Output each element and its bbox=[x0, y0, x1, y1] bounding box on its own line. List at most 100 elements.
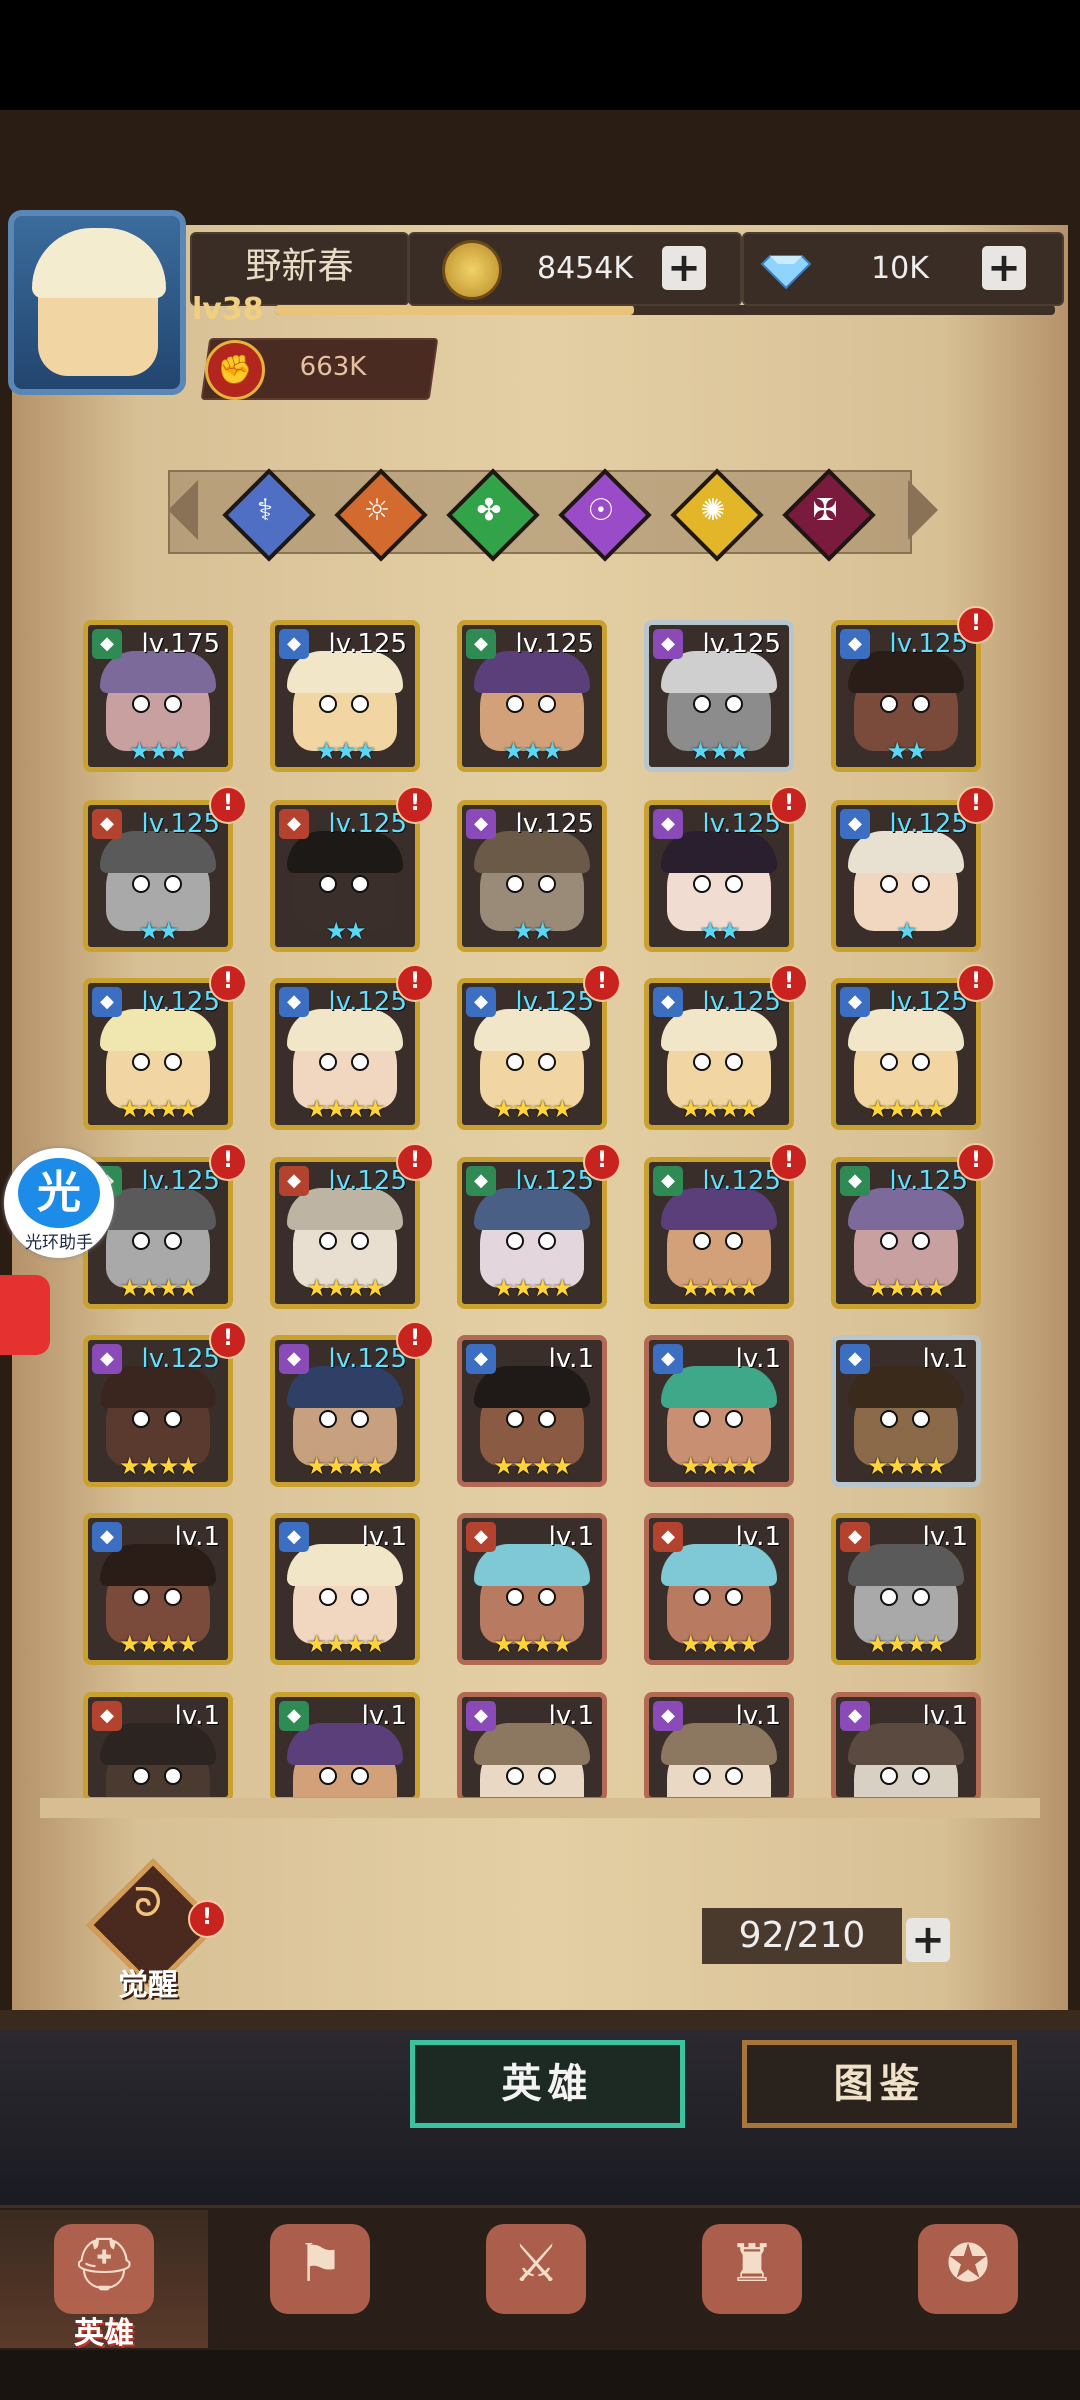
tab-heroes[interactable]: 英雄 bbox=[410, 2040, 685, 2128]
hero-card[interactable]: ◆ lv.1 ★★★★ bbox=[831, 1513, 981, 1665]
hero-eye bbox=[164, 1410, 182, 1428]
hero-class-icon: ◆ bbox=[92, 1701, 122, 1731]
hero-class-icon: ◆ bbox=[840, 987, 870, 1017]
hero-card[interactable]: ◆ lv.125 ★★★★ bbox=[831, 1157, 981, 1309]
hero-eye bbox=[538, 1410, 556, 1428]
hero-card[interactable]: ◆ lv.1 ★★★★ bbox=[831, 1335, 981, 1487]
hero-class-icon: ◆ bbox=[92, 987, 122, 1017]
add-gems-button[interactable]: + bbox=[982, 246, 1026, 290]
hero-eye bbox=[319, 695, 337, 713]
hero-card[interactable]: ◆ lv.125 ★★ bbox=[83, 800, 233, 952]
hero-card[interactable]: ◆ lv.1 ★★★★ bbox=[270, 1513, 420, 1665]
hero-card[interactable]: ◆ lv.125 ★★★ bbox=[457, 620, 607, 772]
hero-level: lv.125 bbox=[328, 629, 407, 659]
hero-card[interactable]: ◆ lv.1 ★★★★ bbox=[644, 1335, 794, 1487]
hero-card[interactable]: ◆ lv.125 ★★★★ bbox=[457, 978, 607, 1130]
gem-amount: 10K bbox=[871, 251, 929, 286]
hero-stars: ★★★★ bbox=[492, 1630, 573, 1658]
hero-level: lv.125 bbox=[889, 987, 968, 1017]
hero-class-icon: ◆ bbox=[279, 987, 309, 1017]
hero-card[interactable]: ◆ lv.125 ★★★★ bbox=[457, 1157, 607, 1309]
hero-eye bbox=[538, 1053, 556, 1071]
tab-handbook[interactable]: 图鉴 bbox=[742, 2040, 1017, 2128]
hero-alert-icon: ! bbox=[957, 606, 995, 644]
hero-level: lv.125 bbox=[515, 629, 594, 659]
hero-class-icon: ◆ bbox=[279, 1522, 309, 1552]
faction-filter-3[interactable]: ✤ bbox=[446, 468, 540, 562]
hero-card[interactable]: ◆ lv.125 ★★ bbox=[831, 620, 981, 772]
nav-guild[interactable]: ✪ bbox=[864, 2210, 1072, 2348]
hero-eye bbox=[164, 695, 182, 713]
faction-right-arrow-icon[interactable] bbox=[908, 480, 938, 540]
hero-eye bbox=[319, 1232, 337, 1250]
hero-card[interactable]: ◆ lv.125 ★ bbox=[831, 800, 981, 952]
expand-slots-button[interactable]: + bbox=[906, 1918, 950, 1962]
hero-eye bbox=[351, 1588, 369, 1606]
hero-card[interactable]: ◆ lv.125 ★★★★ bbox=[83, 1335, 233, 1487]
hero-eye bbox=[912, 1767, 930, 1785]
hero-eye bbox=[693, 695, 711, 713]
hero-stars: ★★★★ bbox=[866, 1452, 947, 1480]
hero-stars: ★★★★ bbox=[305, 1274, 386, 1302]
faction-left-arrow-icon[interactable] bbox=[168, 480, 198, 540]
hero-eye bbox=[725, 1767, 743, 1785]
hero-card[interactable]: ◆ lv.125 ★★★ bbox=[644, 620, 794, 772]
hero-card[interactable]: ◆ lv.125 ★★★★ bbox=[270, 1335, 420, 1487]
hero-card[interactable]: ◆ lv.1 ★★★★ bbox=[457, 1513, 607, 1665]
hero-alert-icon: ! bbox=[209, 786, 247, 824]
hero-level: lv.1 bbox=[922, 1701, 968, 1731]
hero-card[interactable]: ◆ lv.125 ★★★★ bbox=[270, 1157, 420, 1309]
hero-card[interactable]: ◆ lv.1 bbox=[644, 1692, 794, 1802]
nav-castle[interactable]: ♜ bbox=[648, 2210, 856, 2348]
hero-stars: ★★ bbox=[699, 917, 740, 945]
hero-level: lv.1 bbox=[361, 1522, 407, 1552]
hero-card[interactable]: ◆ lv.125 ★★★★ bbox=[831, 978, 981, 1130]
player-avatar[interactable] bbox=[8, 210, 186, 395]
nav-crossed-swords[interactable]: ⚔ bbox=[432, 2210, 640, 2348]
hero-level: lv.1 bbox=[548, 1701, 594, 1731]
hero-level: lv.1 bbox=[548, 1344, 594, 1374]
faction-filter-2[interactable]: ☼ bbox=[334, 468, 428, 562]
hero-class-icon: ◆ bbox=[653, 1166, 683, 1196]
hero-card[interactable]: ◆ lv.125 ★★★★ bbox=[644, 978, 794, 1130]
hero-card[interactable]: ◆ lv.1 bbox=[83, 1692, 233, 1802]
faction-filter-4[interactable]: ☉ bbox=[558, 468, 652, 562]
hero-stars: ★★★★ bbox=[305, 1095, 386, 1123]
hero-card[interactable]: ◆ lv.1 bbox=[457, 1692, 607, 1802]
hero-eye bbox=[725, 1053, 743, 1071]
player-level: lv38 bbox=[192, 292, 264, 327]
hero-card[interactable]: ◆ lv.1 bbox=[831, 1692, 981, 1802]
hero-class-icon: ◆ bbox=[653, 809, 683, 839]
faction-filter-5[interactable]: ✺ bbox=[670, 468, 764, 562]
hero-card[interactable]: ◆ lv.125 ★★★★ bbox=[83, 978, 233, 1130]
hero-eye bbox=[880, 1588, 898, 1606]
nav-flag[interactable]: ⚑ bbox=[216, 2210, 424, 2348]
hero-card[interactable]: ◆ lv.175 ★★★ bbox=[83, 620, 233, 772]
faction-filter-1[interactable]: ⚕ bbox=[222, 468, 316, 562]
hero-level: lv.1 bbox=[735, 1522, 781, 1552]
faction-filter-6[interactable]: ✠ bbox=[782, 468, 876, 562]
top-black-bar bbox=[0, 0, 1080, 110]
hero-card[interactable]: ◆ lv.125 ★★ bbox=[457, 800, 607, 952]
hero-eye bbox=[880, 1410, 898, 1428]
hero-card[interactable]: ◆ lv.125 ★★ bbox=[270, 800, 420, 952]
hero-card[interactable]: ◆ lv.1 ★★★★ bbox=[83, 1513, 233, 1665]
hero-class-icon: ◆ bbox=[840, 1166, 870, 1196]
side-red-tab[interactable] bbox=[0, 1275, 50, 1355]
hero-class-icon: ◆ bbox=[840, 1522, 870, 1552]
hero-card[interactable]: ◆ lv.1 ★★★★ bbox=[644, 1513, 794, 1665]
hero-eye bbox=[693, 1053, 711, 1071]
hero-card[interactable]: ◆ lv.125 ★★★ bbox=[270, 620, 420, 772]
hero-card[interactable]: ◆ lv.1 bbox=[270, 1692, 420, 1802]
hero-card[interactable]: ◆ lv.125 ★★ bbox=[644, 800, 794, 952]
add-gold-button[interactable]: + bbox=[662, 246, 706, 290]
hero-eye bbox=[164, 1767, 182, 1785]
nav-helmet[interactable]: ⛑ 英雄 bbox=[0, 2210, 208, 2351]
hero-class-icon: ◆ bbox=[653, 987, 683, 1017]
hero-card[interactable]: ◆ lv.1 ★★★★ bbox=[457, 1335, 607, 1487]
hero-stars: ★★ bbox=[325, 917, 366, 945]
hero-level: lv.1 bbox=[174, 1701, 220, 1731]
hero-card[interactable]: ◆ lv.125 ★★★★ bbox=[644, 1157, 794, 1309]
fist-icon: ✊ bbox=[205, 340, 265, 400]
hero-card[interactable]: ◆ lv.125 ★★★★ bbox=[270, 978, 420, 1130]
